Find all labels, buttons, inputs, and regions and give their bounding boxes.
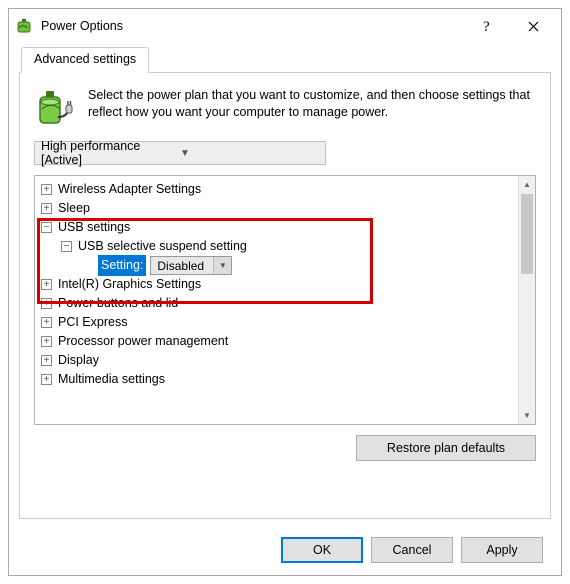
tree-node[interactable]: + Intel(R) Graphics Settings (37, 275, 533, 294)
expand-icon[interactable]: + (41, 203, 52, 214)
tree-node-label: PCI Express (58, 313, 127, 332)
tree-container: +Wireless Adapter Settings+Sleep−USB set… (34, 175, 536, 425)
tree-node-label: USB settings (58, 218, 130, 237)
tree-node-label: Display (58, 351, 99, 370)
tree-node[interactable]: + Processor power management (37, 332, 533, 351)
tree-node-label: Intel(R) Graphics Settings (58, 275, 201, 294)
dialog-buttons: OK Cancel Apply (9, 529, 561, 575)
power-options-icon (15, 16, 35, 36)
expand-icon[interactable]: + (41, 298, 52, 309)
window-title: Power Options (41, 19, 467, 33)
tree-node[interactable]: + Power buttons and lid (37, 294, 533, 313)
battery-plug-icon (34, 87, 76, 129)
setting-value-dropdown[interactable]: Disabled▼ (150, 256, 232, 275)
intro-row: Select the power plan that you want to c… (34, 87, 536, 129)
scroll-up-button[interactable]: ▲ (519, 176, 535, 193)
expand-icon[interactable]: + (41, 336, 52, 347)
tab-strip: Advanced settings (19, 47, 551, 73)
scrollbar-vertical[interactable]: ▲ ▼ (518, 176, 535, 424)
setting-label: Setting: (98, 255, 146, 276)
tree-node-label: USB selective suspend setting (78, 237, 247, 256)
tree-node[interactable]: + Multimedia settings (37, 370, 533, 389)
tree-setting-row[interactable]: Setting:Disabled▼ (37, 256, 533, 275)
settings-tree[interactable]: +Wireless Adapter Settings+Sleep−USB set… (35, 176, 535, 393)
collapse-icon[interactable]: − (61, 241, 72, 252)
ok-button[interactable]: OK (281, 537, 363, 563)
expand-icon[interactable]: + (41, 317, 52, 328)
scroll-thumb[interactable] (521, 194, 533, 274)
titlebar: Power Options ? (9, 9, 561, 43)
chevron-down-icon[interactable]: ▼ (213, 257, 231, 274)
tree-node[interactable]: + Display (37, 351, 533, 370)
cancel-button[interactable]: Cancel (371, 537, 453, 563)
scroll-down-button[interactable]: ▼ (519, 407, 535, 424)
svg-text:?: ? (483, 19, 490, 34)
tree-node-label: Sleep (58, 199, 90, 218)
restore-row: Restore plan defaults (34, 435, 536, 461)
expand-icon[interactable]: + (41, 279, 52, 290)
tree-node-label: Wireless Adapter Settings (58, 180, 201, 199)
setting-value: Disabled (157, 257, 213, 275)
tab-panel: Select the power plan that you want to c… (19, 73, 551, 519)
tree-node[interactable]: −USB settings (37, 218, 533, 237)
dialog-window: Power Options ? Advanced settings (8, 8, 562, 576)
chevron-down-icon: ▼ (180, 148, 319, 159)
tree-node[interactable]: + Sleep (37, 199, 533, 218)
tab-advanced-settings[interactable]: Advanced settings (21, 47, 149, 73)
expand-icon[interactable]: + (41, 355, 52, 366)
close-button[interactable] (511, 11, 555, 41)
expand-icon[interactable]: + (41, 374, 52, 385)
intro-text: Select the power plan that you want to c… (88, 87, 536, 129)
collapse-icon[interactable]: − (41, 222, 52, 233)
tree-node[interactable]: + Wireless Adapter Settings (37, 180, 533, 199)
apply-button[interactable]: Apply (461, 537, 543, 563)
power-plan-selected-label: High performance [Active] (41, 139, 180, 167)
restore-defaults-button[interactable]: Restore plan defaults (356, 435, 536, 461)
power-plan-select[interactable]: High performance [Active] ▼ (34, 141, 326, 165)
tree-node-label: Multimedia settings (58, 370, 165, 389)
tree-node-label: Power buttons and lid (58, 294, 178, 313)
spacer (81, 260, 92, 271)
expand-icon[interactable]: + (41, 184, 52, 195)
tree-node[interactable]: + PCI Express (37, 313, 533, 332)
tree-node-label: Processor power management (58, 332, 228, 351)
tree-node[interactable]: −USB selective suspend setting (37, 237, 533, 256)
help-button[interactable]: ? (467, 11, 511, 41)
